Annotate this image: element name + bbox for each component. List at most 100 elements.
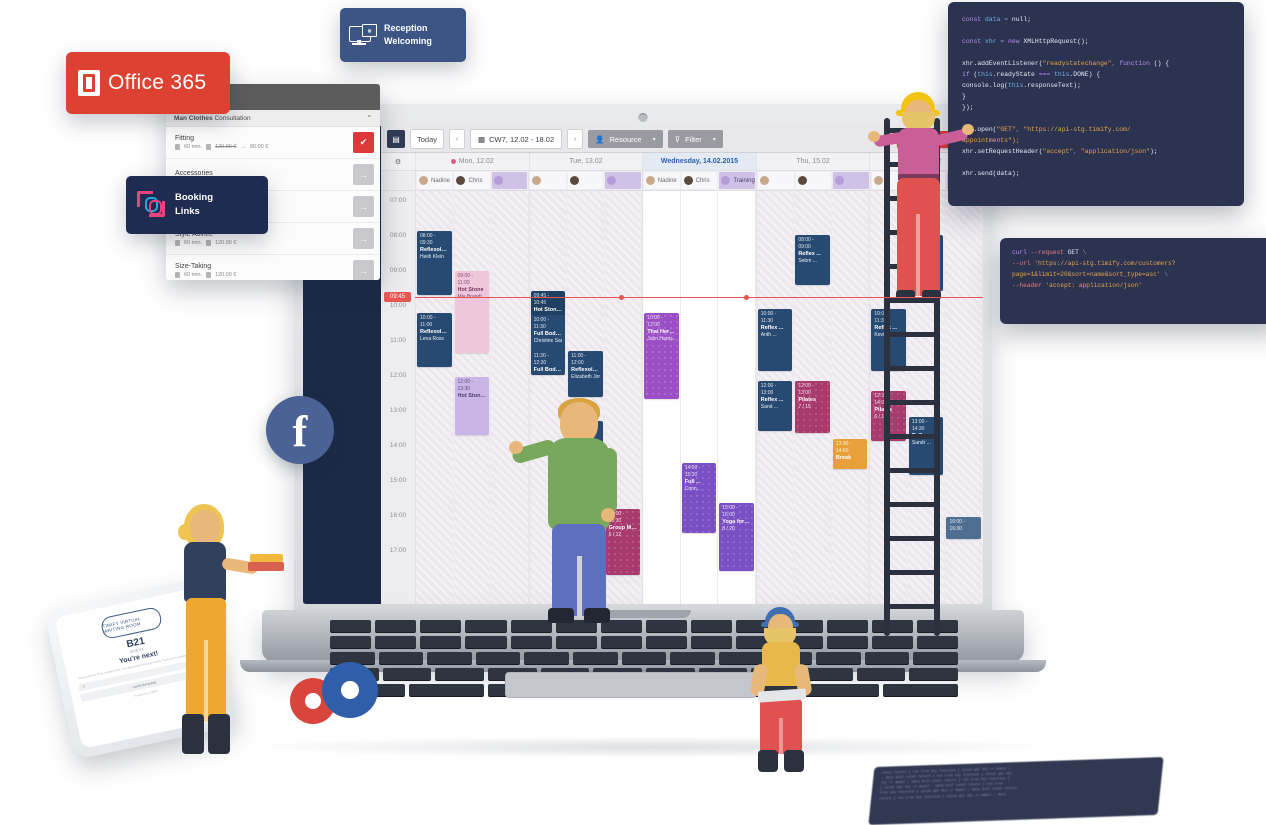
booking-links-badge[interactable]: Booking Links (126, 176, 268, 234)
keyboard-key[interactable] (856, 668, 906, 680)
keyboard-key[interactable] (718, 652, 764, 664)
calendar-event[interactable]: 09:45 - 10:45Hot Stone Massag ... (530, 291, 566, 317)
keyboard-key[interactable] (330, 620, 372, 632)
keyboard-key[interactable] (555, 636, 597, 648)
resource-column[interactable]: 13:30 - 14:00 Break (831, 191, 870, 604)
booking-service-row[interactable]: Fitting 60 min. 120.00 € → 80.00 € ✔ (166, 127, 380, 159)
keyboard-key[interactable] (691, 636, 733, 648)
keyboard-key[interactable] (465, 620, 507, 632)
chevron-up-icon[interactable]: ⌃ (367, 114, 372, 122)
keyboard-key[interactable] (621, 652, 667, 664)
booking-service-row[interactable]: Size-Taking 60 min. 120.00 € → (166, 255, 380, 280)
filter-dropdown[interactable]: ⊽ Filter ▾ (667, 130, 723, 148)
day-header-thu[interactable]: Thu, 15.02 (755, 153, 870, 170)
week-range-button[interactable]: ▦ CW7, 12.02 - 18.02 (470, 129, 563, 149)
office365-badge[interactable]: Office 365 (66, 52, 230, 114)
day-column[interactable]: 10:00 - 11:30 Reflex ... Anth ... 12:00 - 1… (755, 191, 870, 604)
day-column[interactable]: 08:00 - 09:30 Reflexology Heidi Klein 10:00… (415, 191, 529, 604)
calendar-icon[interactable]: ▤ (387, 130, 405, 148)
service-arrow-icon[interactable]: → (353, 196, 374, 217)
resource-column[interactable]: 09:00 - 11:00Hot StoneMia Brandt 12:00 - … (453, 191, 492, 604)
next-week-button[interactable]: › (567, 129, 584, 149)
resource-chris[interactable] (567, 172, 604, 189)
resource-nadine[interactable]: Nadine (643, 172, 680, 189)
keyboard-key[interactable] (375, 636, 417, 648)
keyboard-key[interactable] (378, 652, 424, 664)
calendar-event[interactable]: 09:00 - 11:00Hot StoneMia Brandt (454, 271, 490, 353)
day-column[interactable]: 10:00 - 12:00Thai Herbal ...John Harris.… (642, 191, 756, 604)
calendar-event[interactable]: 12:00 - 13:30Hot Stone Massa ... (454, 377, 490, 435)
keyboard-key[interactable] (670, 652, 715, 664)
keyboard-key[interactable] (646, 636, 688, 648)
calendar-event[interactable]: 12:00 - 13:00 Reflex ... Sand ... (757, 381, 793, 431)
calendar-event[interactable]: 08:00 - 09:00 Reflex ... Sebm ... (795, 235, 830, 285)
service-arrow-icon[interactable]: → (353, 228, 374, 249)
keyboard-key[interactable] (375, 620, 417, 632)
keyboard-key[interactable] (826, 636, 868, 648)
calendar-event[interactable]: 12:00 - 13:00 Pilates 7 / 15 (795, 381, 830, 433)
keyboard-key[interactable] (573, 652, 618, 664)
prev-week-button[interactable]: ‹ (449, 129, 466, 149)
keyboard-key[interactable] (420, 620, 462, 632)
service-arrow-icon[interactable]: → (353, 164, 374, 185)
resource-column[interactable]: 10:00 - 11:30 Reflex ... Anth ... 12:00 - 1… (756, 191, 795, 604)
keyboard-key[interactable] (864, 652, 910, 664)
keyboard-key[interactable] (804, 684, 879, 696)
service-arrow-icon[interactable]: → (353, 260, 374, 280)
day-header-tue[interactable]: Tue, 13.02 (528, 153, 643, 170)
calendar-event[interactable]: 10:00 - 11:30 Reflex ... Anth ... (757, 309, 793, 371)
keyboard-key[interactable] (427, 652, 472, 664)
facebook-icon[interactable]: f (266, 396, 334, 464)
calendar-event[interactable]: 10:00 - 11:00 Reflexology Lena Ross (417, 313, 452, 367)
resource-column[interactable]: 08:00 - 09:00 Reflex ... Sebm ... 12:00 - 1… (794, 191, 832, 604)
resource-training[interactable] (491, 172, 528, 189)
calendar-event[interactable]: 16:00 - 16:30 (946, 517, 981, 539)
keyboard-key[interactable] (409, 684, 484, 696)
resource-filter-dropdown[interactable]: 👤 Resource ▾ (588, 130, 663, 148)
keyboard-key[interactable] (510, 620, 552, 632)
keyboard-key[interactable] (826, 620, 868, 632)
resource-column[interactable]: 15:00 - 16:00Yoga for ad...8 / 20 (718, 191, 756, 604)
calendar-event[interactable]: 10:00 - 12:00Thai Herbal ...John Harris.… (644, 313, 679, 399)
calendar-event[interactable]: 11:00 - 12:00ReflexologyElizabeth Jones (568, 351, 603, 397)
settings-gear-icon[interactable]: ⚙ (381, 153, 415, 170)
keyboard-key[interactable] (600, 636, 642, 648)
resource-chris[interactable]: Chris (454, 172, 490, 189)
calendar-event[interactable]: 11:30 - 12:30Full Body Th ... (530, 351, 566, 375)
keyboard-key[interactable] (913, 652, 958, 664)
calendar-event[interactable]: 15:00 - 16:00Yoga for ad...8 / 20 (719, 503, 754, 571)
keyboard-key[interactable] (420, 636, 462, 648)
resource-training[interactable] (833, 172, 869, 189)
day-header-wed[interactable]: Wednesday, 14.02.2015 (642, 153, 756, 170)
reception-welcoming-badge[interactable]: ▦ Reception Welcoming (340, 8, 466, 62)
keyboard-key[interactable] (916, 636, 958, 648)
keyboard-key[interactable] (330, 636, 372, 648)
resource-column[interactable]: 15:00 - 16:30Group Meditatio...6 / 12 (604, 191, 643, 604)
keyboard-key[interactable] (871, 636, 913, 648)
resource-column[interactable]: 10:00 - 12:00Thai Herbal ...John Harris.… (643, 191, 681, 604)
keyboard-key[interactable] (646, 620, 688, 632)
keyboard-key[interactable] (804, 668, 853, 680)
resource-column[interactable]: 16:00 - 16:30 (945, 191, 983, 604)
resource-column[interactable] (491, 191, 529, 604)
calendar-event[interactable]: 13:30 - 14:00 Break (832, 439, 868, 469)
calendar-event[interactable]: 14:00 - 15:30 Full ... Conn... (681, 463, 717, 533)
keyboard-key[interactable] (883, 684, 958, 696)
keyboard-key[interactable] (510, 636, 552, 648)
resource-training[interactable]: Training 1 (719, 172, 756, 189)
resource-column[interactable]: 08:00 - 09:30 Reflexology Heidi Klein 10:00… (416, 191, 454, 604)
keyboard-key[interactable] (465, 636, 507, 648)
service-selected-check-icon[interactable]: ✔ (353, 132, 374, 153)
keyboard-key[interactable] (475, 652, 521, 664)
keyboard-key[interactable] (816, 652, 861, 664)
resource-nadine[interactable] (758, 172, 794, 189)
resource-nadine[interactable] (530, 172, 566, 189)
keyboard-key[interactable] (435, 668, 484, 680)
calendar-event[interactable]: 08:00 - 09:30 Reflexology Heidi Klein (417, 231, 452, 295)
resource-training[interactable] (605, 172, 641, 189)
resource-chris[interactable] (795, 172, 832, 189)
resource-chris[interactable]: Chris (681, 172, 718, 189)
day-header-mon[interactable]: Mon, 12.02 (415, 153, 529, 170)
keyboard-key[interactable] (524, 652, 570, 664)
resource-column[interactable]: 14:00 - 15:30 Full ... Conn... (681, 191, 719, 604)
